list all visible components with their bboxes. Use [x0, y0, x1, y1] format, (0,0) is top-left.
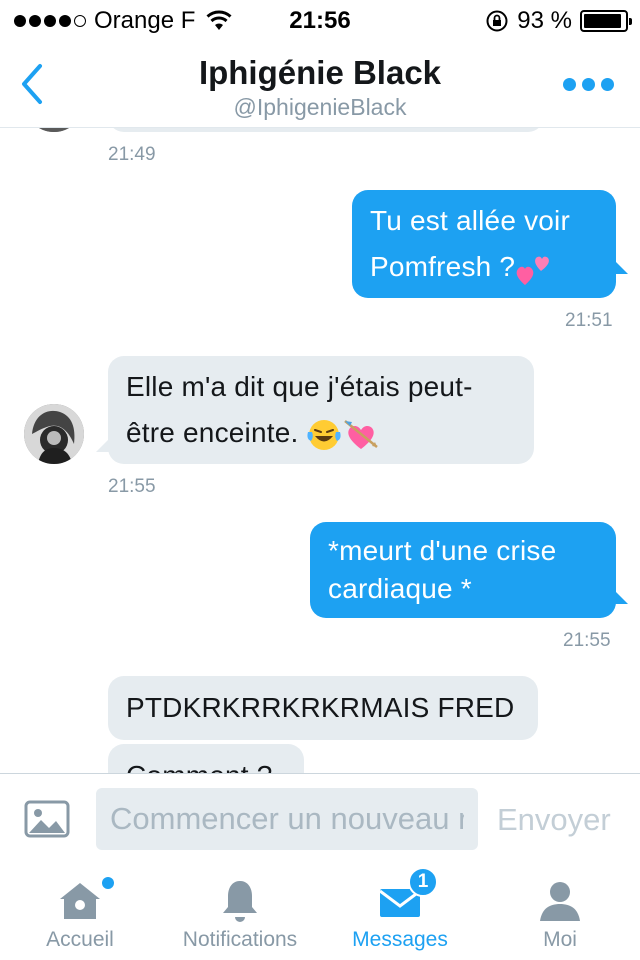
more-options-button[interactable] [563, 78, 614, 91]
tab-messages[interactable]: 1 Messages [320, 863, 480, 960]
send-button[interactable]: Envoyer [497, 802, 611, 838]
tab-home[interactable]: Accueil [0, 863, 160, 960]
message-bubble-cut[interactable] [108, 128, 544, 132]
status-bar: Orange F 21:56 93 % [0, 0, 640, 40]
message-bubble-outgoing[interactable]: *meurt d'une crise cardiaque * [310, 522, 616, 618]
tab-label: Accueil [46, 928, 114, 951]
conversation-header: Iphigénie Black @IphigenieBlack [0, 40, 640, 128]
bubble-tail [614, 260, 628, 274]
message-time: 21:55 [563, 630, 611, 651]
message-time: 21:55 [108, 476, 156, 497]
message-bubble-incoming[interactable]: Elle m'a dit que j'étais peut- être ence… [108, 356, 534, 464]
person-icon [540, 882, 580, 921]
two-hearts-icon [516, 256, 550, 285]
message-time: 21:49 [108, 144, 156, 165]
message-line-with-emoji: Pomfresh ? [370, 244, 598, 290]
message-line: cardiaque * [328, 573, 472, 604]
tab-me[interactable]: Moi [480, 863, 640, 960]
messages-count-badge: 1 [408, 867, 438, 897]
rotation-lock-icon [486, 10, 508, 32]
image-icon [24, 800, 70, 838]
message-list[interactable]: 21:49 Tu est allée voir Pomfresh ? 21:51 [0, 128, 640, 773]
battery-icon [580, 10, 632, 32]
message-bubble-incoming[interactable]: PTDKRKRRKRKRMAIS FRED [108, 676, 538, 740]
tab-label: Moi [543, 928, 577, 951]
more-dots-icon [563, 78, 576, 91]
dm-screen: Orange F 21:56 93 % Iphigénie Black @Iph… [0, 0, 640, 960]
message-text: Comment ? [126, 760, 273, 773]
message-bubble-incoming[interactable]: Comment ? [108, 744, 304, 773]
message-text: PTDKRKRRKRKRMAIS FRED [126, 692, 515, 723]
heart-with-arrow-icon [344, 419, 379, 449]
home-icon [60, 883, 100, 919]
message-line: Tu est allée voir [370, 205, 571, 236]
home-notification-dot [102, 877, 114, 889]
tab-bar: Accueil Notifications 1 Messages Moi [0, 863, 640, 960]
avatar[interactable] [24, 128, 84, 132]
battery-level [584, 14, 622, 28]
message-line-with-emoji: être enceinte. [126, 410, 516, 456]
message-input[interactable] [96, 788, 478, 850]
tab-label: Notifications [182, 928, 298, 951]
tears-of-joy-icon [307, 419, 342, 450]
conversation-handle: @IphigenieBlack [233, 94, 407, 120]
conversation-title[interactable]: Iphigénie Black [0, 54, 640, 92]
status-right: 93 % [485, 7, 632, 35]
bell-icon [223, 881, 257, 922]
add-photo-button[interactable] [24, 800, 70, 838]
message-line: Elle m'a dit que j'étais peut- [126, 371, 473, 402]
tab-label: Messages [352, 928, 448, 951]
avatar[interactable] [24, 404, 84, 464]
bubble-tail [614, 590, 628, 604]
message-time: 21:51 [565, 310, 613, 331]
tab-notifications[interactable]: Notifications [160, 863, 320, 960]
battery-percent: 93 % [517, 7, 572, 34]
message-composer: Envoyer [0, 773, 640, 863]
message-bubble-outgoing[interactable]: Tu est allée voir Pomfresh ? [352, 190, 616, 298]
message-line: *meurt d'une crise [328, 535, 557, 566]
